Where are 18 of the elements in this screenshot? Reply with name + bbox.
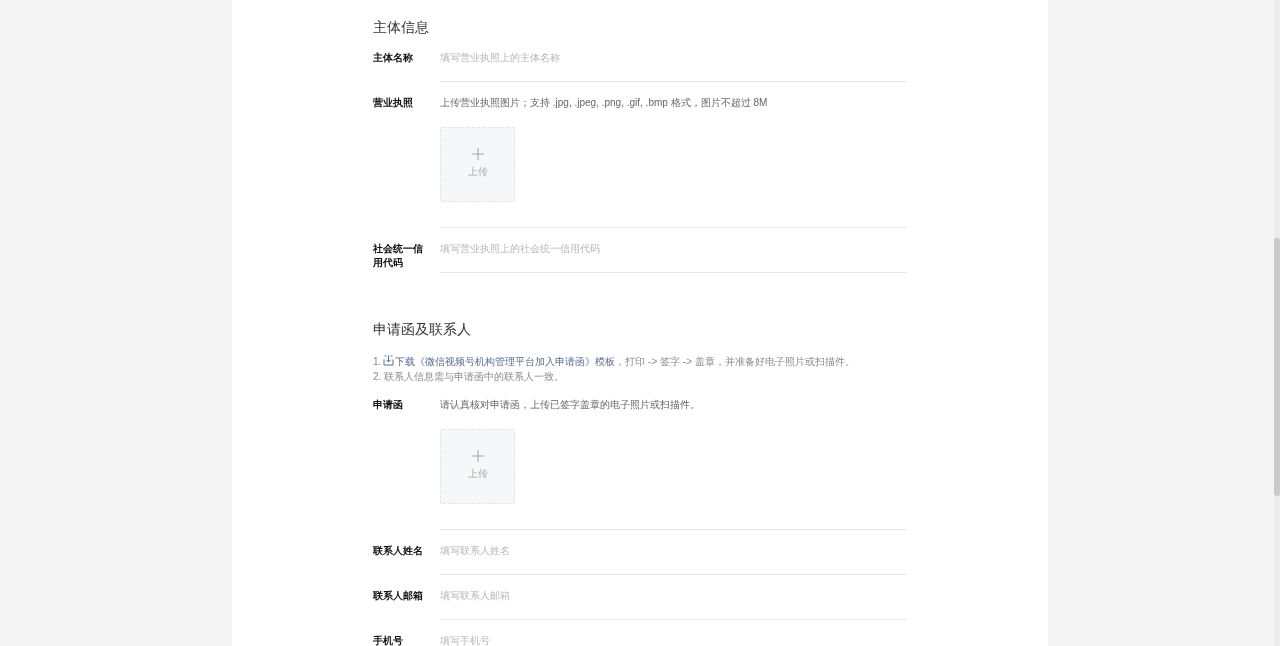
download-link[interactable]: 下载《微信视频号机构管理平台加入申请函》模板 [383, 356, 616, 367]
field-label: 手机号 [373, 634, 404, 646]
field-label: 联系人邮箱 [373, 589, 424, 603]
field-label: 申请函 [373, 398, 404, 412]
plus-icon [471, 147, 484, 160]
field-label: 联系人姓名 [373, 544, 424, 558]
scrollbar-thumb[interactable] [1274, 238, 1280, 496]
instruction-text: 1. 下载《微信视频号机构管理平台加入申请函》模板，打印 -> 签字 -> 盖章，并准备好电子照片或扫描件。 [373, 354, 856, 369]
field-label: 营业执照 [373, 96, 414, 110]
field-label: 主体名称 [373, 51, 414, 65]
upload-hint: 上传营业执照图片；支持 .jpg, .jpeg, .png, .gif, .bmp 格式，图片不超过 8M [440, 96, 769, 110]
section-title: 申请函及联系人 [373, 320, 472, 339]
instruction-text: 2. 联系人信息需与申请函中的联系人一致。 [373, 370, 566, 384]
field-label: 社会统一信用代码 [373, 242, 424, 270]
plus-icon [471, 449, 484, 462]
section-title: 主体信息 [373, 18, 430, 37]
download-icon [383, 355, 395, 366]
upload-hint: 请认真核对申请函，上传已签字盖章的电子照片或扫描件。 [440, 398, 701, 412]
